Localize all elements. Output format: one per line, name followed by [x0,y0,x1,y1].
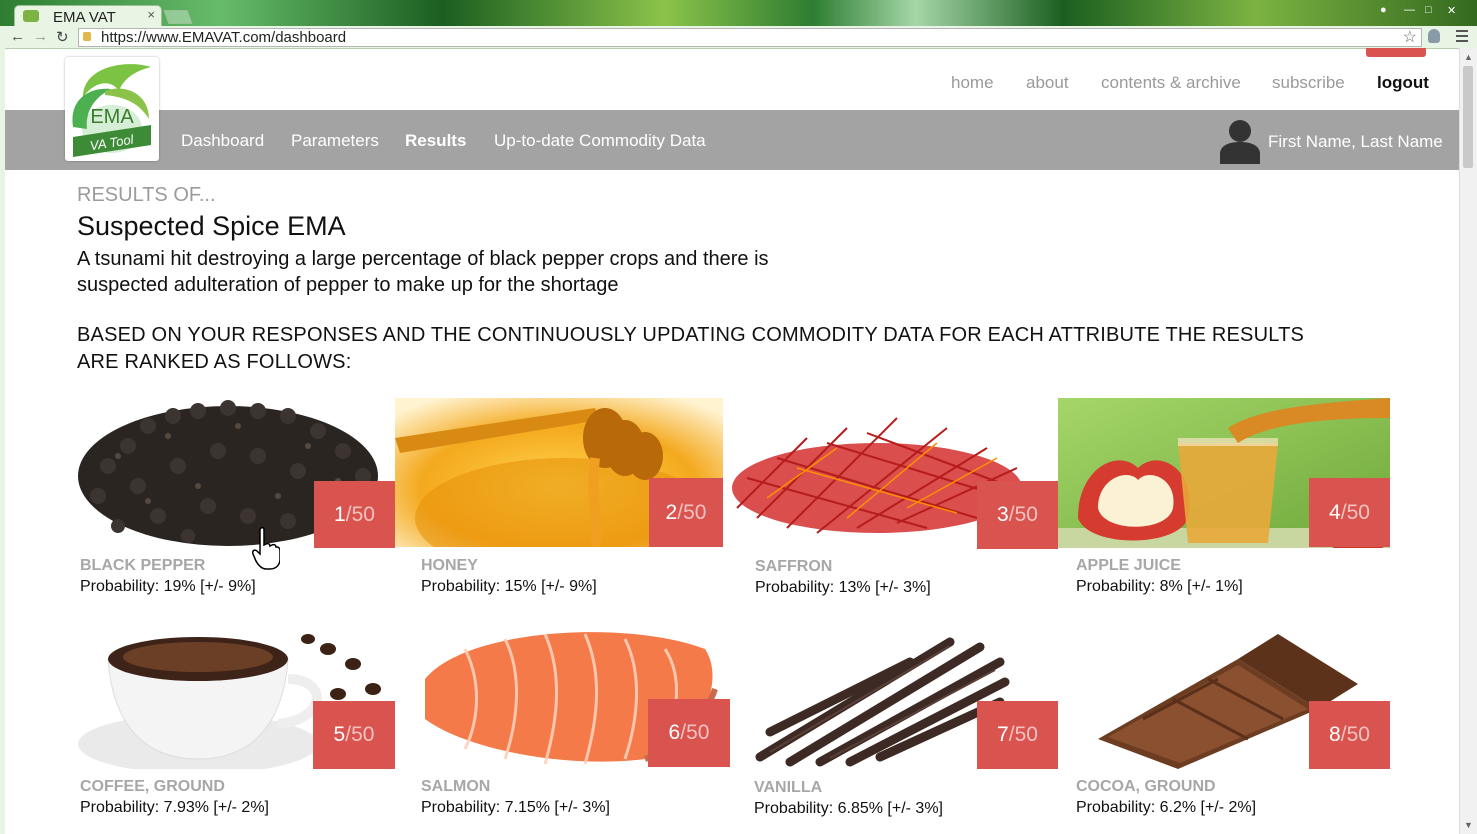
results-label: RESULTS OF... [77,184,216,206]
maximize-icon[interactable]: □ [1425,4,1432,16]
close-window-icon[interactable]: ✕ [1447,4,1456,17]
page-scrollbar[interactable]: ▲ ▼ [1459,48,1477,834]
result-name-coffee[interactable]: COFFEE, GROUND [80,778,225,796]
result-probability-cocoa: Probability: 6.2% [+/- 2%] [1076,799,1257,816]
header-accent-tab [1366,48,1426,57]
rank-number: 4 [1329,500,1341,524]
address-bar[interactable]: https://www.EMAVAT.com/dashboard ☆ [78,28,1422,47]
result-probability-saffron: Probability: 13% [+/- 3%] [755,579,931,596]
rank-total: /50 [345,723,375,746]
main-nav-results[interactable]: Results [405,131,466,151]
logo-text-main: EMA [90,106,134,128]
forward-icon[interactable]: → [33,28,48,45]
rank-number: 5 [333,723,346,746]
rank-number: 1 [334,502,346,526]
rank-badge-1: 1/50 [314,481,395,548]
tab-close-icon[interactable]: × [147,7,155,22]
result-probability-coffee: Probability: 7.93% [+/- 2%] [80,799,269,816]
browser-titlebar: EMA VAT × ● — □ ✕ [0,0,1477,27]
rank-number: 3 [997,503,1009,526]
top-nav-about[interactable]: about [1026,73,1069,93]
scenario-title: Suspected Spice EMA [77,211,346,241]
result-probability-salmon: Probability: 7.15% [+/- 3%] [421,799,610,816]
rank-total: /50 [680,721,710,744]
result-name-honey[interactable]: HONEY [421,557,478,575]
bookmark-star-icon[interactable]: ☆ [1403,27,1417,47]
rank-total: /50 [345,502,375,526]
rank-total: /50 [1340,500,1370,524]
ranking-intro: BASED ON YOUR RESPONSES AND THE CONTINUO… [77,324,1305,373]
tab-title: EMA VAT [53,9,116,26]
user-avatar-icon[interactable] [1218,118,1262,164]
minimize-icon[interactable]: — [1404,4,1415,16]
favicon-icon [23,10,39,22]
result-name-black-pepper[interactable]: BLACK PEPPER [80,557,205,575]
rank-number: 8 [1329,723,1341,746]
scroll-up-icon[interactable]: ▲ [1464,52,1473,62]
rank-total: /50 [1340,723,1370,746]
new-tab-button[interactable] [163,10,193,24]
reload-icon[interactable]: ↻ [56,28,69,46]
main-nav-commodity-data[interactable]: Up-to-date Commodity Data [494,131,706,151]
result-name-saffron[interactable]: SAFFRON [755,558,832,576]
result-name-vanilla[interactable]: VANILLA [754,779,822,797]
top-nav-subscribe[interactable]: subscribe [1272,73,1345,93]
result-probability-apple-juice: Probability: 8% [+/- 1%] [1076,578,1243,595]
rank-total: /50 [1008,723,1038,746]
result-name-salmon[interactable]: SALMON [421,778,490,796]
result-name-cocoa[interactable]: COCOA, GROUND [1076,778,1216,796]
rank-badge-3: 3/50 [977,481,1058,549]
scroll-down-icon[interactable]: ▼ [1464,820,1473,830]
browser-toolbar: ← → ↻ https://www.EMAVAT.com/dashboard ☆ [0,26,1477,49]
rank-number: 6 [668,721,681,744]
browser-tab[interactable]: EMA VAT × [14,5,162,27]
main-nav-parameters[interactable]: Parameters [291,131,379,151]
logo-graphic: EMA VA Tool [72,64,151,157]
rank-total: /50 [677,500,707,524]
ema-vat-logo[interactable]: EMA VA Tool [65,57,159,161]
url-text[interactable]: https://www.EMAVAT.com/dashboard [101,29,346,46]
rank-badge-7: 7/50 [977,701,1058,769]
rank-badge-6: 6/50 [648,699,730,767]
result-name-apple-juice[interactable]: APPLE JUICE [1076,557,1181,575]
rank-number: 2 [665,500,678,524]
rank-badge-5: 5/50 [313,701,395,769]
scenario-description: A tsunami hit destroying a large percent… [77,248,769,296]
result-probability-black-pepper: Probability: 19% [+/- 9%] [80,578,256,595]
rank-total: /50 [1008,503,1038,526]
lock-icon [83,32,91,41]
user-name[interactable]: First Name, Last Name [1268,132,1443,152]
back-icon[interactable]: ← [10,28,25,45]
result-probability-vanilla: Probability: 6.85% [+/- 3%] [754,800,943,817]
hand-cursor-icon [252,527,280,570]
logout-link[interactable]: logout [1377,73,1429,93]
rank-number: 7 [997,723,1009,746]
rank-badge-4: 4/50 [1309,478,1390,547]
result-probability-honey: Probability: 15% [+/- 9%] [421,578,597,595]
top-nav-contents-archive[interactable]: contents & archive [1101,73,1241,93]
extension-icon[interactable] [1428,29,1440,43]
rank-badge-2: 2/50 [649,478,723,547]
browser-menu-icon[interactable] [1456,30,1468,45]
rank-badge-8: 8/50 [1309,701,1390,769]
window-users-icon[interactable]: ● [1380,4,1387,16]
scroll-thumb[interactable] [1463,66,1473,168]
top-nav-home[interactable]: home [951,73,994,93]
main-nav-dashboard[interactable]: Dashboard [181,131,264,151]
